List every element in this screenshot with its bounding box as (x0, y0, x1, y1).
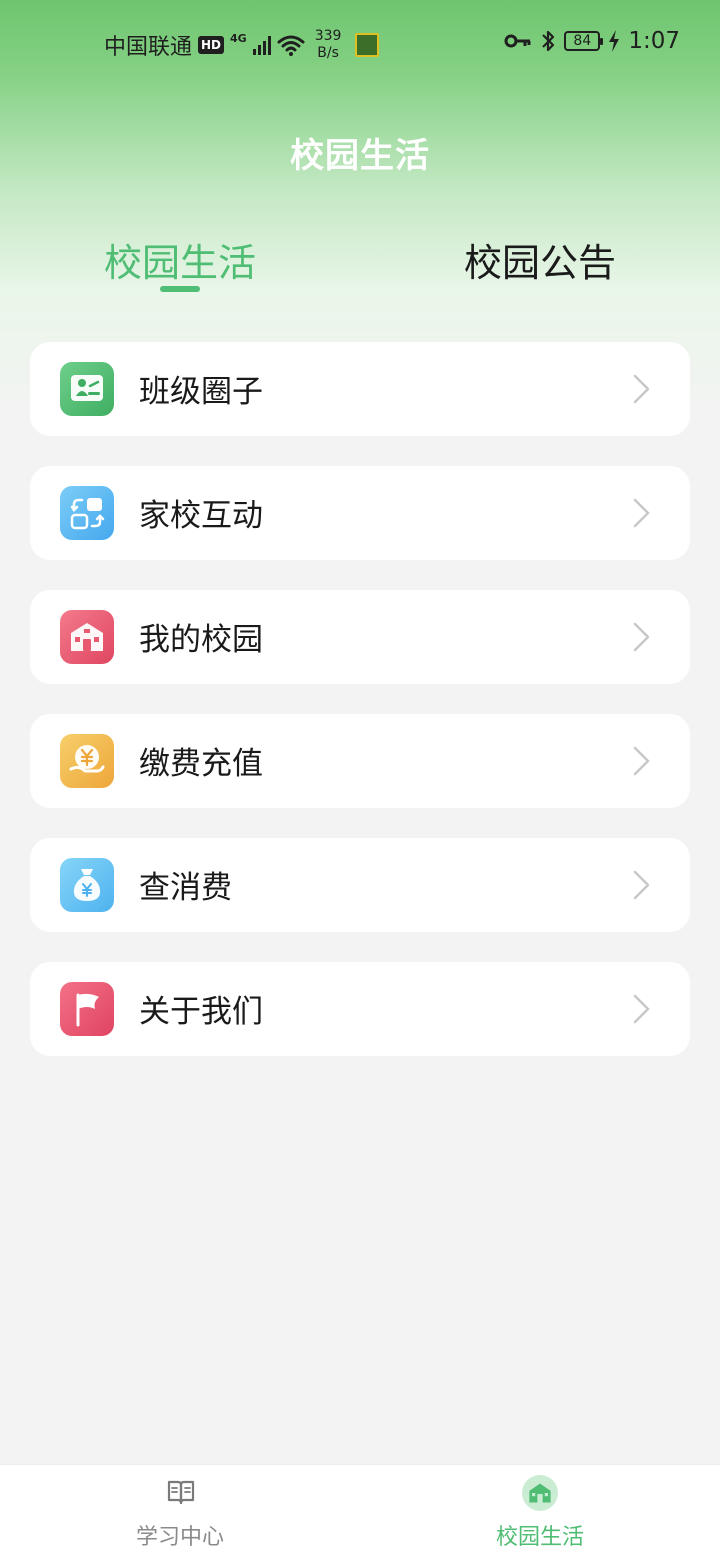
chevron-right-icon (633, 746, 650, 776)
active-tab-indicator (160, 286, 200, 292)
bottom-navigation-bar: 学习中心 校园生活 (0, 1464, 720, 1560)
chevron-right-icon (633, 870, 650, 900)
battery-icon: 84 (564, 31, 604, 51)
chevron-right-icon (633, 994, 650, 1024)
menu-item-payment-recharge[interactable]: 缴费充值 (30, 714, 690, 808)
signal-strength-icon (252, 35, 271, 55)
menu-item-label: 缴费充值 (139, 746, 263, 782)
class-circle-icon (60, 362, 114, 416)
menu-item-label: 班级圈子 (139, 374, 263, 410)
carrier-name: 中国联通 (104, 35, 193, 60)
chevron-right-icon (633, 622, 650, 652)
nav-study-center-label: 学习中心 (135, 1525, 224, 1550)
status-bar-left: 中国联通 HD 4G 339 B/s (104, 28, 380, 62)
network-speed-value: 339 (314, 28, 342, 44)
menu-item-home-school-interaction[interactable]: 家校互动 (30, 466, 690, 560)
status-bar: 中国联通 HD 4G 339 B/s 84 1:07 (0, 0, 720, 84)
menu-item-my-campus[interactable]: 我的校园 (30, 590, 690, 684)
menu-item-label: 我的校园 (139, 622, 263, 658)
menu-item-check-spending[interactable]: 查消费 (30, 838, 690, 932)
wifi-icon (277, 35, 305, 56)
home-school-interaction-icon (60, 486, 114, 540)
key-icon (504, 34, 531, 48)
network-speed: 339 B/s (315, 28, 342, 62)
app-notification-icon (355, 33, 380, 57)
page-title: 校园生活 (290, 136, 430, 176)
money-bag-icon (60, 858, 114, 912)
bluetooth-icon (542, 30, 555, 52)
charging-bolt-icon (609, 30, 620, 52)
menu-item-label: 关于我们 (139, 994, 263, 1030)
nav-campus-life[interactable]: 校园生活 (360, 1465, 720, 1560)
school-building-icon (522, 1475, 558, 1511)
school-building-icon (60, 610, 114, 664)
status-bar-right: 84 1:07 (504, 28, 680, 54)
flag-icon (60, 982, 114, 1036)
nav-campus-life-label: 校园生活 (495, 1525, 584, 1550)
nav-study-center[interactable]: 学习中心 (0, 1465, 360, 1560)
menu-item-about-us[interactable]: 关于我们 (30, 962, 690, 1056)
chevron-right-icon (633, 498, 650, 528)
menu-item-label: 家校互动 (139, 498, 263, 534)
book-icon (167, 1480, 195, 1505)
network-speed-unit: B/s (317, 45, 339, 61)
tab-bar: 校园生活 校园公告 (0, 232, 720, 302)
hd-badge: HD (198, 36, 225, 54)
chevron-right-icon (633, 374, 650, 404)
clock: 1:07 (628, 28, 680, 54)
yen-coin-hand-icon (60, 734, 114, 788)
network-type: 4G (230, 31, 247, 45)
tab-campus-life[interactable]: 校园生活 (60, 232, 300, 287)
menu-item-class-circle[interactable]: 班级圈子 (30, 342, 690, 436)
menu-item-label: 查消费 (139, 870, 232, 906)
tab-campus-announcement[interactable]: 校园公告 (420, 232, 660, 287)
